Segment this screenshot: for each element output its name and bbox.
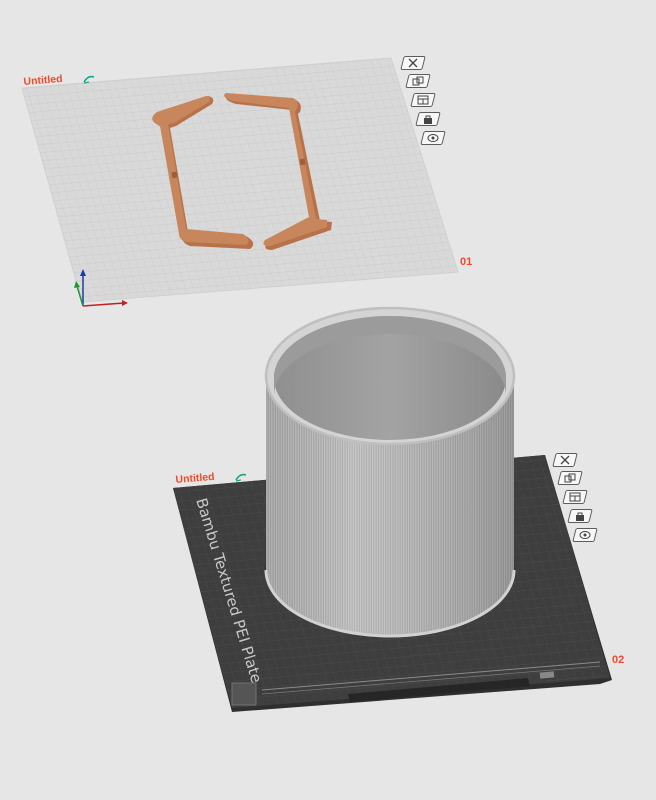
auto-orient-icon <box>569 492 581 502</box>
lock-icon <box>424 115 432 124</box>
plate-settings-icon <box>579 531 591 539</box>
auto-orient-button[interactable] <box>562 490 588 504</box>
edit-name-icon[interactable] <box>82 71 96 84</box>
lock-plate-button[interactable] <box>415 112 441 126</box>
arrange-button[interactable] <box>405 74 431 88</box>
remove-plate-button[interactable] <box>552 453 578 467</box>
lock-icon <box>576 512 584 521</box>
remove-plate-button[interactable] <box>400 56 426 70</box>
remove-plate-icon <box>560 455 570 465</box>
build-plate-viewport[interactable]: Bambu Textured PEI Plate <box>0 0 656 800</box>
arrange-icon <box>412 76 424 86</box>
lock-plate-button[interactable] <box>567 509 593 523</box>
edit-name-icon[interactable] <box>234 469 248 482</box>
model-ribbed-cylinder[interactable] <box>264 306 516 638</box>
plate-01[interactable] <box>0 0 608 376</box>
plate-settings-icon <box>427 134 439 142</box>
plate-01-number: 01 <box>460 256 473 268</box>
plate-02-number: 02 <box>612 654 625 666</box>
auto-orient-icon <box>417 95 429 105</box>
remove-plate-icon <box>408 58 418 68</box>
plate-02[interactable]: Bambu Textured PEI Plate <box>0 306 656 800</box>
arrange-button[interactable] <box>557 471 583 485</box>
auto-orient-button[interactable] <box>410 93 436 107</box>
plate-settings-button[interactable] <box>420 131 446 145</box>
plate-settings-button[interactable] <box>572 528 598 542</box>
arrange-icon <box>564 473 576 483</box>
